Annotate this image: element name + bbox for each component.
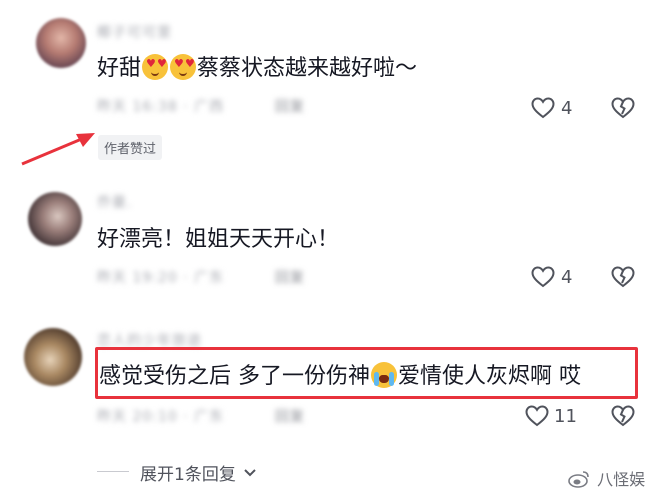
heart-outline-icon[interactable] bbox=[531, 266, 555, 288]
comment-meta: 昨天 19:20 · 广东 bbox=[97, 270, 225, 286]
comment-meta: 昨天 16:38 · 广西 bbox=[97, 99, 225, 115]
broken-heart-icon[interactable] bbox=[611, 405, 635, 427]
comment-username[interactable]: 乔曼. bbox=[97, 192, 132, 212]
expand-replies-label: 展开1条回复 bbox=[140, 465, 236, 485]
broken-heart-icon[interactable] bbox=[611, 97, 635, 119]
watermark: 八怪娱 bbox=[568, 466, 645, 490]
author-liked-badge: 作者赞过 bbox=[98, 135, 163, 160]
comment-avatar[interactable] bbox=[36, 18, 86, 68]
comment-username[interactable]: 椰子可可里 bbox=[97, 22, 172, 42]
heart-outline-icon[interactable] bbox=[525, 405, 549, 427]
heart-eyes-emoji-icon: ♥ ♥ bbox=[170, 54, 197, 80]
divider bbox=[97, 471, 129, 472]
comment-text: 好漂亮！姐姐天天开心！ bbox=[97, 227, 340, 252]
chevron-down-icon bbox=[244, 469, 256, 477]
comment-text-part: 爱情使人灰烬啊 哎 bbox=[398, 364, 581, 389]
like-count: 11 bbox=[554, 406, 577, 427]
comment-meta: 昨天 20:10 · 广东 bbox=[97, 409, 225, 425]
weibo-icon bbox=[568, 471, 589, 488]
comment-text: 感觉受伤之后 多了一份伤神 爱情使人灰烬啊 哎 bbox=[99, 362, 581, 392]
comment-avatar[interactable] bbox=[28, 192, 82, 246]
reply-button[interactable]: 回复 bbox=[275, 406, 305, 426]
expand-replies-button[interactable]: 展开1条回复 bbox=[140, 460, 257, 485]
reply-button[interactable]: 回复 bbox=[275, 267, 305, 287]
heart-eyes-emoji-icon: ♥ ♥ bbox=[142, 54, 169, 80]
comment-avatar[interactable] bbox=[24, 328, 82, 386]
comment-text-part: 感觉受伤之后 多了一份伤神 bbox=[99, 364, 370, 389]
comment-text-part: 蔡蔡状态越来越好啦～ bbox=[197, 56, 418, 81]
comment-item-2: 乔曼. 好漂亮！姐姐天天开心！ 昨天 19:20 · 广东 回复 4 bbox=[0, 170, 649, 310]
comment-text-part: 好甜 bbox=[97, 56, 142, 81]
red-arrow-annotation bbox=[21, 133, 95, 166]
broken-heart-icon[interactable] bbox=[611, 266, 635, 288]
comment-item-1: 椰子可可里 好甜 ♥ ♥ ♥ ♥ 蔡蔡状态越来越好啦～ 昨天 16:38 · 广西 回复 … bbox=[0, 0, 649, 170]
like-count: 4 bbox=[561, 267, 573, 288]
comment-item-3: 恋人的少年旅途 感觉受伤之后 多了一份伤神 爱情使人灰烬啊 哎 昨天 20:10 … bbox=[0, 310, 649, 460]
reply-button[interactable]: 回复 bbox=[275, 96, 305, 116]
watermark-text: 八怪娱 bbox=[597, 470, 646, 489]
crying-emoji-icon bbox=[371, 362, 397, 388]
comment-text: 好甜 ♥ ♥ ♥ ♥ 蔡蔡状态越来越好啦～ bbox=[97, 54, 417, 84]
heart-outline-icon[interactable] bbox=[531, 97, 555, 119]
like-count: 4 bbox=[561, 98, 573, 119]
